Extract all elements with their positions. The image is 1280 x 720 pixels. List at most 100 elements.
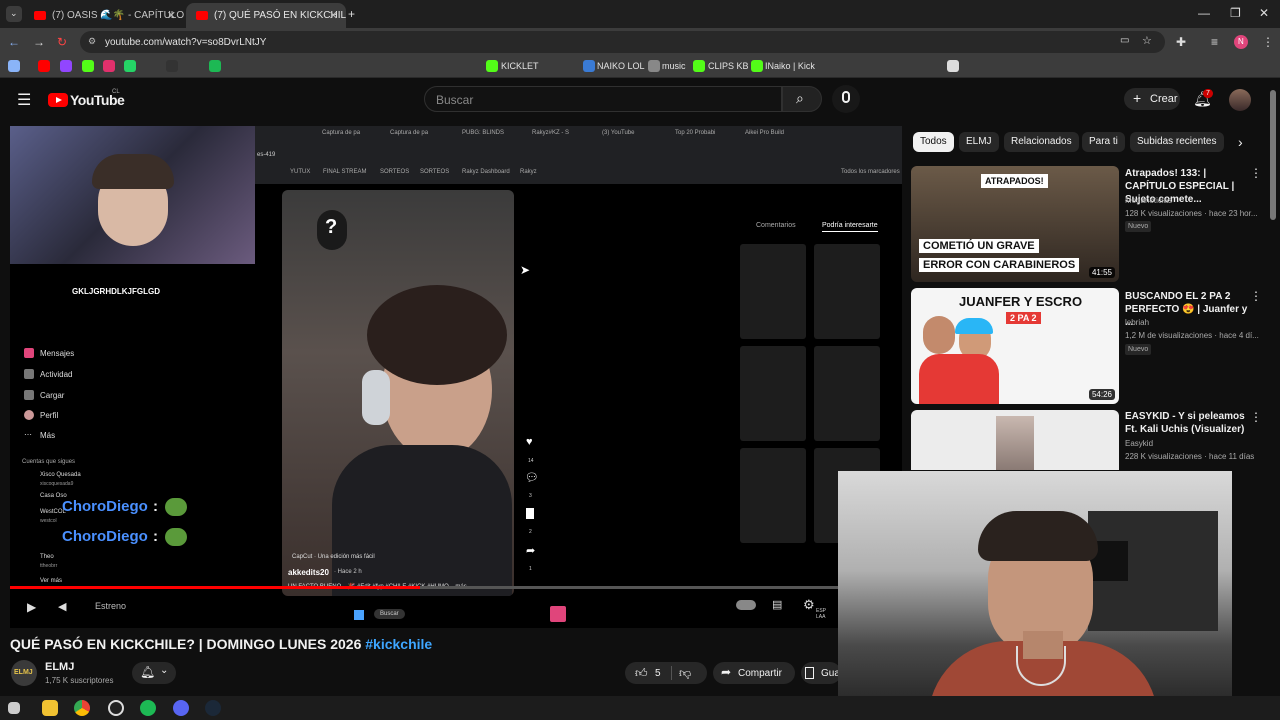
sidebar-item-mas[interactable]: Más	[40, 431, 55, 440]
chip-para-ti[interactable]: Para ti	[1082, 132, 1125, 152]
file-explorer-icon[interactable]	[42, 700, 58, 716]
forward-icon[interactable]: →	[33, 35, 45, 49]
extensions-icon[interactable]: ✚	[1176, 35, 1186, 49]
grid-thumbnail[interactable]	[740, 346, 806, 441]
settings-gear-icon[interactable]: ⚙	[803, 597, 815, 613]
new-tab-icon[interactable]: +	[348, 7, 355, 21]
media-icon[interactable]: ≡	[1211, 35, 1218, 49]
tab-comentarios[interactable]: Comentarios	[756, 222, 796, 229]
recommendation-title[interactable]: EASYKID - Y si peleamos Ft. Kali Uchis (…	[1125, 410, 1255, 436]
windows-start-icon[interactable]	[8, 702, 20, 714]
save-button[interactable]: Gua	[801, 662, 841, 684]
browser-tab-kickchile[interactable]: (7) QUÉ PASÓ EN KICKCHILE? | ✕	[186, 3, 346, 28]
subscription-bell-button[interactable]: 🔔︎ ⌄	[132, 662, 176, 684]
subtitles-icon[interactable]: ▤	[772, 598, 782, 611]
volume-icon[interactable]: ◀	[58, 600, 66, 613]
ver-mas-link[interactable]: Ver más	[40, 578, 62, 584]
sidebar-item-actividad[interactable]: Actividad	[40, 370, 72, 379]
recommendation-channel[interactable]: Easykid	[1125, 439, 1153, 448]
chrome-icon[interactable]	[74, 700, 90, 716]
bookmark-whatsapp-icon[interactable]	[124, 60, 136, 72]
search-button[interactable]: ⌕	[782, 86, 822, 112]
kebab-menu-icon[interactable]: ⋮	[1250, 410, 1262, 424]
recommendation-channel[interactable]: Meganoticias	[1125, 196, 1172, 205]
account-avatar[interactable]	[1229, 89, 1251, 111]
hamburger-menu-icon[interactable]: ☰	[17, 90, 31, 110]
bookmark-x-icon[interactable]	[166, 60, 178, 72]
close-tab-icon[interactable]: ✕	[329, 9, 338, 22]
browser-tab-oasis[interactable]: (7) OASIS 🌊🌴 - CAPÍTULO 1 ✕	[24, 3, 184, 28]
discord-icon[interactable]	[173, 700, 189, 716]
bookmark-instagram-icon[interactable]	[103, 60, 115, 72]
kebab-menu-icon[interactable]: ⋮	[1250, 289, 1262, 303]
recommendation-thumbnail[interactable]: JUANFER Y ESCRO 2 PA 2 54:26	[911, 288, 1119, 404]
chevron-right-icon[interactable]: ›	[1238, 134, 1243, 150]
back-icon[interactable]: ←	[8, 35, 20, 49]
reload-icon[interactable]: ↻	[57, 35, 67, 49]
share-button[interactable]: ➦ Compartir	[713, 662, 795, 684]
bookmark-youtube-icon[interactable]	[38, 60, 50, 72]
page-scrollbar[interactable]	[1270, 90, 1276, 220]
following-item-name[interactable]: Theo	[40, 554, 54, 560]
bookmark-spotify-icon[interactable]	[209, 60, 221, 72]
video-player[interactable]: GKLJGRHDLKJFGLGD Mensajes Actividad Carg…	[10, 126, 902, 628]
sidebar-item-cargar[interactable]: Cargar	[40, 391, 64, 400]
close-tab-icon[interactable]: ✕	[167, 9, 176, 22]
spotify-icon[interactable]	[140, 700, 156, 716]
grid-thumbnail[interactable]	[814, 244, 880, 339]
close-window-icon[interactable]: ✕	[1259, 6, 1269, 20]
bookmark-naiko-icon[interactable]	[583, 60, 595, 72]
voice-search-button[interactable]	[832, 85, 860, 113]
grid-thumbnail[interactable]	[740, 448, 806, 543]
recommendation-thumbnail[interactable]: ATRAPADOS! COMETIÓ UN GRAVE ERROR CON CA…	[911, 166, 1119, 282]
bookmark-twitch-icon[interactable]	[60, 60, 72, 72]
tiktok-username[interactable]: akkedits20	[288, 568, 329, 577]
chip-todos[interactable]: Todos	[913, 132, 954, 152]
chip-relacionados[interactable]: Relacionados	[1004, 132, 1079, 152]
tab-search-icon[interactable]: ⌄	[6, 6, 22, 22]
autoplay-toggle[interactable]	[736, 600, 756, 610]
like-heart-icon[interactable]: ♥	[526, 436, 533, 448]
bookmark-music-icon[interactable]	[648, 60, 660, 72]
bookmark-star-icon[interactable]: ☆	[1142, 34, 1152, 47]
following-item-name[interactable]: Xisco Quesada	[40, 472, 81, 478]
create-button[interactable]: + Crear	[1124, 88, 1180, 110]
youtube-logo-icon[interactable]	[48, 93, 68, 107]
grid-thumbnail[interactable]	[740, 244, 806, 339]
grid-thumbnail[interactable]	[814, 346, 880, 441]
site-info-icon[interactable]: ⚙	[88, 36, 96, 47]
like-button[interactable]: 👍︎	[635, 666, 648, 681]
steam-icon[interactable]	[205, 700, 221, 716]
bookmark-kick-icon[interactable]	[82, 60, 94, 72]
sidebar-item-perfil[interactable]: Perfil	[40, 411, 58, 420]
minimize-icon[interactable]: —	[1198, 6, 1210, 20]
bookmark-kicklet-icon[interactable]	[486, 60, 498, 72]
channel-avatar[interactable]: ELMJ	[11, 660, 37, 686]
recommendation-thumbnail[interactable]	[911, 410, 1119, 470]
profile-avatar-icon[interactable]: N	[1234, 35, 1248, 49]
bookmark-misc-icon[interactable]	[947, 60, 959, 72]
tab-podria-interesarte[interactable]: Podría interesarte	[822, 222, 878, 232]
chip-elmj[interactable]: ELMJ	[959, 132, 999, 152]
play-icon[interactable]: ▶	[27, 600, 36, 614]
bookmark-clips-icon[interactable]	[693, 60, 705, 72]
address-bar[interactable]: ⚙ youtube.com/watch?v=so8DvrLNtJY ▭ ☆	[80, 31, 1165, 53]
share-arrow-icon[interactable]: ➦	[526, 544, 535, 557]
sidebar-item-mensajes[interactable]: Mensajes	[40, 349, 74, 358]
search-input[interactable]: Buscar	[424, 86, 782, 112]
cast-icon[interactable]: ▭	[1120, 35, 1129, 46]
video-progress-bar[interactable]	[10, 586, 902, 589]
kebab-menu-icon[interactable]: ⋮	[1250, 166, 1262, 180]
save-bookmark-icon[interactable]	[526, 508, 534, 519]
obs-icon[interactable]	[108, 700, 124, 716]
chip-subidas-recientes[interactable]: Subidas recientes	[1130, 132, 1224, 152]
recommendation-channel[interactable]: lebriah	[1125, 318, 1149, 327]
channel-name[interactable]: ELMJ	[45, 661, 74, 673]
comment-icon[interactable]: 💬︎	[525, 471, 539, 484]
apps-grid-icon[interactable]	[8, 60, 20, 72]
chrome-menu-icon[interactable]: ⋮	[1262, 35, 1274, 49]
bookmark-kick-naiko-icon[interactable]	[751, 60, 763, 72]
dislike-button[interactable]: 👎︎	[679, 666, 691, 681]
hashtag-link[interactable]: #kickchile	[365, 636, 432, 652]
restore-icon[interactable]: ❐	[1230, 6, 1241, 20]
